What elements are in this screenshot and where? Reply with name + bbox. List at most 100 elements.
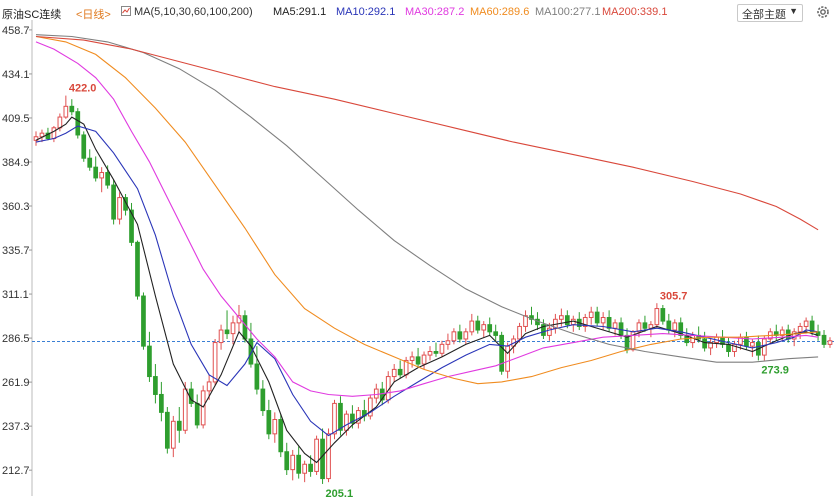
candle-down: [475, 320, 481, 331]
candle-down: [111, 184, 116, 220]
price-extreme-label: 205.1: [326, 488, 354, 500]
candle-down: [105, 172, 110, 186]
candle-down: [564, 315, 570, 326]
candle-down: [308, 463, 313, 472]
candle-up: [481, 324, 487, 331]
candle-up: [230, 322, 236, 335]
candle-down: [499, 334, 505, 372]
price-extreme-label: 305.7: [660, 291, 688, 303]
ma-line-ma60: [35, 35, 819, 385]
candle-up: [463, 331, 469, 340]
candle-down: [254, 363, 260, 390]
candle-up: [99, 172, 105, 179]
candle-down: [726, 343, 731, 353]
candle-up: [314, 438, 319, 472]
candle-up: [344, 413, 349, 431]
candle-down: [266, 410, 272, 435]
candle-down: [81, 134, 87, 159]
candle-up: [427, 351, 433, 356]
candle-up: [182, 388, 188, 431]
candle-up: [206, 381, 212, 392]
y-tick-label: 434.1: [2, 69, 30, 81]
candle-up: [332, 402, 337, 435]
candle-down: [159, 393, 164, 413]
y-tick-label: 335.7: [2, 245, 30, 257]
candle-down: [260, 388, 266, 412]
candle-up: [391, 368, 397, 378]
candle-up: [200, 390, 206, 426]
candle-down: [296, 454, 302, 474]
candle-up: [559, 315, 564, 320]
candle-down: [147, 345, 152, 378]
candle-down: [433, 351, 439, 354]
candle-down: [141, 295, 146, 347]
candle-down: [487, 324, 493, 333]
candle-down: [415, 356, 421, 365]
candle-up: [505, 345, 510, 372]
candle-down: [642, 322, 648, 329]
price-extreme-label: 273.9: [761, 365, 789, 377]
candle-up: [600, 317, 606, 324]
candle-down: [606, 317, 612, 329]
candle-up: [612, 322, 618, 329]
y-tick-label: 409.5: [2, 113, 30, 125]
candle-down: [457, 331, 463, 340]
y-tick-label: 311.1: [2, 289, 29, 301]
candle-down: [224, 329, 230, 335]
candle-up: [272, 419, 278, 435]
candle-up: [421, 354, 427, 365]
y-tick-label: 286.5: [2, 333, 30, 345]
y-tick-label: 212.7: [2, 465, 30, 477]
candle-up: [290, 454, 296, 471]
candle-up: [672, 322, 678, 331]
candle-down: [338, 402, 343, 431]
candle-down: [320, 438, 325, 480]
candle-up: [373, 388, 379, 399]
candle-up: [588, 311, 594, 319]
y-tick-label: 261.9: [2, 377, 30, 389]
candle-up: [445, 340, 451, 345]
ma-line-ma100: [35, 34, 819, 363]
candle-up: [439, 343, 445, 354]
candle-down: [284, 451, 290, 471]
candle-up: [654, 308, 660, 326]
candle-up: [517, 325, 522, 340]
candle-up: [797, 325, 803, 333]
candle-down: [242, 315, 248, 340]
candle-down: [821, 334, 827, 345]
candle-down: [493, 331, 499, 336]
candle-down: [660, 308, 666, 322]
y-tick-label: 384.9: [2, 157, 30, 169]
candle-up: [302, 463, 307, 474]
candle-down: [153, 376, 158, 395]
candle-up: [803, 320, 809, 327]
candle-down: [164, 411, 170, 449]
candle-up: [212, 342, 218, 383]
y-tick-label: 237.3: [2, 421, 30, 433]
candle-up: [218, 329, 224, 344]
candle-down: [397, 368, 403, 376]
candle-up: [750, 342, 755, 347]
candle-down: [702, 338, 707, 349]
candle-down: [278, 419, 284, 453]
candle-down: [594, 311, 600, 324]
candle-down: [194, 402, 200, 426]
candle-down: [666, 320, 672, 331]
price-extreme-label: 422.0: [69, 83, 97, 95]
candle-down: [87, 157, 93, 168]
candle-up: [326, 433, 331, 480]
candlestick-chart: 458.7 434.1 409.5 384.9 360.3 335.7 311.1 286.5…: [2, 20, 834, 500]
y-tick-label: 458.7: [2, 25, 30, 37]
candle-up: [57, 116, 63, 129]
candle-up: [117, 197, 122, 220]
candle-down: [69, 105, 75, 113]
candle-down: [93, 166, 99, 179]
ma-line-ma200: [35, 35, 819, 231]
candle-down: [75, 111, 81, 136]
candle-up: [827, 340, 833, 345]
candle-down: [176, 420, 182, 431]
candle-up: [451, 331, 457, 342]
candle-down: [135, 241, 140, 297]
candle-up: [51, 127, 57, 140]
ma-line-ma30: [35, 41, 819, 397]
